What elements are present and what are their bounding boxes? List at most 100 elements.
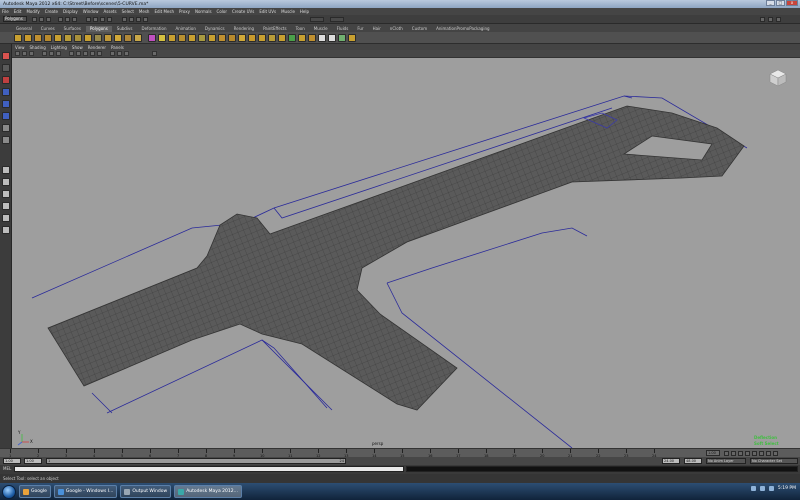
bridge-icon[interactable] (124, 34, 132, 42)
move-tool-icon[interactable] (2, 88, 10, 96)
maximize-button[interactable]: □ (776, 0, 785, 6)
extract-icon[interactable] (94, 34, 102, 42)
menu-set-dropdown[interactable]: Polygons (3, 16, 27, 22)
grid-toggle-icon[interactable] (42, 51, 47, 56)
poly-cone-icon[interactable] (44, 34, 52, 42)
new-scene-icon[interactable] (32, 17, 37, 22)
taskbar-item-maya[interactable]: Autodesk Maya 2012... (174, 485, 242, 498)
flag-icon[interactable] (768, 486, 774, 491)
cylindrical-map-icon[interactable] (308, 34, 316, 42)
menu-color[interactable]: Color (217, 9, 227, 14)
universal-manip-icon[interactable] (2, 124, 10, 132)
soft-normals-icon[interactable] (318, 34, 326, 42)
paint-select-icon[interactable] (2, 76, 10, 84)
command-language-label[interactable]: MEL (3, 466, 11, 471)
menu-display[interactable]: Display (63, 9, 78, 14)
menu-file[interactable]: File (2, 9, 9, 14)
menu-modify[interactable]: Modify (26, 9, 39, 14)
menu-select[interactable]: Select (122, 9, 134, 14)
isolate-select-icon[interactable] (152, 51, 157, 56)
lasso-tool-icon[interactable] (2, 64, 10, 72)
separate-icon[interactable] (84, 34, 92, 42)
wireframe-on-shaded-icon[interactable] (83, 51, 88, 56)
panel-menu-shading[interactable]: Shading (30, 45, 46, 50)
perspective-viewport[interactable]: Y X persp Deflection Soft Select (12, 58, 800, 448)
render-icon[interactable] (129, 17, 134, 22)
soft-mod-icon[interactable] (2, 136, 10, 144)
go-to-start-icon[interactable] (724, 451, 729, 456)
render-settings-icon[interactable] (143, 17, 148, 22)
go-to-end-icon[interactable] (773, 451, 778, 456)
menu-edit[interactable]: Edit (14, 9, 22, 14)
command-input[interactable] (14, 466, 404, 472)
play-forwards-icon[interactable] (752, 451, 757, 456)
save-scene-icon[interactable] (46, 17, 51, 22)
animation-start-field[interactable]: 1.00 (3, 458, 21, 464)
single-view-icon[interactable] (2, 166, 10, 174)
combine-icon[interactable] (74, 34, 82, 42)
select-object-icon[interactable] (65, 17, 70, 22)
range-bar[interactable]: 1 24 (46, 458, 346, 464)
attribute-editor-icon[interactable] (760, 17, 765, 22)
use-all-lights-icon[interactable] (97, 51, 102, 56)
textured-icon[interactable] (90, 51, 95, 56)
anim-layer-dropdown[interactable]: No Anim Layer (706, 458, 746, 464)
panel-menu-panels[interactable]: Panels (111, 45, 124, 50)
ipr-render-icon[interactable] (136, 17, 141, 22)
tool-settings-icon[interactable] (768, 17, 773, 22)
taskbar-item-google-windows[interactable]: Google - Windows I... (53, 485, 118, 498)
panel-menu-lighting[interactable]: Lighting (51, 45, 67, 50)
bookmarks-icon[interactable] (22, 51, 27, 56)
select-tool-icon[interactable] (2, 52, 10, 60)
panel-menu-view[interactable]: View (15, 45, 25, 50)
menu-edit-uvs[interactable]: Edit UVs (259, 9, 276, 14)
planar-map-icon[interactable] (298, 34, 306, 42)
rotate-tool-icon[interactable] (2, 100, 10, 108)
collapse-icon[interactable] (248, 34, 256, 42)
current-frame-field[interactable]: 1.00 (706, 450, 720, 456)
clock[interactable]: 5:19 PM (778, 486, 796, 491)
step-forward-frame-icon[interactable] (759, 451, 764, 456)
scale-tool-icon[interactable] (2, 112, 10, 120)
poly-cylinder-icon[interactable] (34, 34, 42, 42)
insert-edge-loop-icon[interactable] (178, 34, 186, 42)
triangulate-icon[interactable] (268, 34, 276, 42)
split-icon[interactable] (168, 34, 176, 42)
panel-menu-show[interactable]: Show (72, 45, 83, 50)
quick-select-field[interactable] (330, 17, 344, 22)
boolean-icon[interactable] (148, 34, 156, 42)
snap-point-icon[interactable] (100, 17, 105, 22)
mirror-icon[interactable] (158, 34, 166, 42)
menu-help[interactable]: Help (300, 9, 309, 14)
volume-icon[interactable] (759, 486, 765, 491)
persp-graph-icon[interactable] (2, 202, 10, 210)
scene-canvas[interactable] (12, 58, 800, 448)
merge-icon[interactable] (198, 34, 206, 42)
menu-mesh[interactable]: Mesh (139, 9, 150, 14)
snap-plane-icon[interactable] (107, 17, 112, 22)
start-button[interactable] (2, 484, 16, 499)
play-backwards-icon[interactable] (745, 451, 750, 456)
channel-box-icon[interactable] (776, 17, 781, 22)
menu-window[interactable]: Window (83, 9, 99, 14)
bevel-icon[interactable] (208, 34, 216, 42)
poly-plane-icon[interactable] (54, 34, 62, 42)
fill-hole-icon[interactable] (258, 34, 266, 42)
xray-joints-icon[interactable] (124, 51, 129, 56)
taskbar-item-google[interactable]: Google (19, 485, 51, 498)
camera-attributes-icon[interactable] (15, 51, 20, 56)
time-slider[interactable]: 1 2 3 4 5 6 7 8 9 10 11 12 13 14 15 16 1… (0, 448, 800, 458)
uv-editor-icon[interactable] (288, 34, 296, 42)
xray-icon[interactable] (117, 51, 122, 56)
extrude-icon[interactable] (134, 34, 142, 42)
quadrangulate-icon[interactable] (278, 34, 286, 42)
playback-end-field[interactable]: 24.00 (662, 458, 680, 464)
taskbar-item-output-window[interactable]: Output Window (120, 485, 172, 498)
sculpt-icon[interactable] (338, 34, 346, 42)
smooth-shade-icon[interactable] (76, 51, 81, 56)
menu-create-uvs[interactable]: Create UVs (232, 9, 254, 14)
menu-muscle[interactable]: Muscle (281, 9, 295, 14)
hard-normals-icon[interactable] (328, 34, 336, 42)
minimize-button[interactable]: _ (766, 0, 775, 6)
persp-outliner-icon[interactable] (2, 190, 10, 198)
